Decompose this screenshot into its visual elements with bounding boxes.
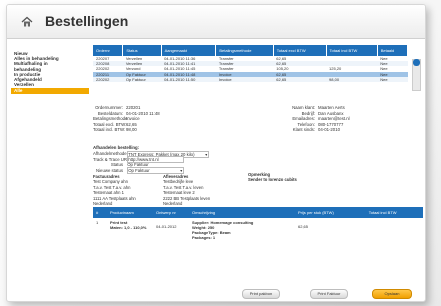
track-url-value: http://www.tnt.nl — [128, 157, 159, 163]
app-window: Bestellingen Nieuw Alles in behandeling … — [6, 4, 426, 302]
order-lines-table: # Productnaam Ontwerp nr Omschrijving Pr… — [93, 207, 423, 242]
address-line: Nederland — [93, 201, 113, 207]
table-cell: Op Faktuur — [122, 76, 162, 82]
detail-value: 98,00 — [126, 127, 137, 133]
table-cell: 220202 — [93, 76, 123, 82]
detail-label: Ordernummer: — [95, 105, 123, 110]
column-header[interactable]: Status — [122, 45, 162, 56]
remark-text: Sender to lorenzo cubits — [248, 177, 297, 183]
detail-label: Telefoon: — [297, 121, 315, 127]
detail-label: Naam klant: — [292, 105, 315, 110]
column-header: Totaal incl BTW — [365, 207, 423, 218]
table-cell: Invoice — [215, 76, 274, 82]
table-cell: 04-01-2010 11:50 — [161, 76, 216, 82]
order-details-left: Ordernummer: 220201 Besteldatum: 04-01-201… — [93, 105, 160, 133]
product-sub: Maten: 1,0 - 110,0% — [110, 225, 147, 230]
chevron-down-icon: ▾ — [205, 151, 208, 157]
chevron-down-icon: ▾ — [180, 168, 183, 174]
detail-value: 62,65 — [126, 121, 137, 127]
page-header: Bestellingen — [7, 5, 425, 39]
detail-value: Maarten Aerts — [318, 105, 345, 110]
status-label: Status — [110, 161, 123, 167]
line-desc: Packages: 1 — [192, 235, 216, 240]
save-button[interactable]: Opslaan — [372, 289, 412, 299]
order-details-right: Naam klant: Maarten Aerts Bedrijf: Dan Aus… — [285, 105, 350, 133]
detail-label: Bedrijf: — [301, 110, 315, 116]
table-cell: 62,65 — [273, 76, 327, 82]
remark-block: Opmerking Sender to lorenzo cubits — [248, 172, 297, 183]
track-url-input[interactable]: http://www.tnt.nl — [127, 156, 185, 164]
table-cell: Nee — [377, 76, 408, 82]
column-header: Prijs per stuk (BTW) — [295, 207, 366, 218]
detail-value: 04-01-2010 11:48 — [126, 110, 160, 116]
print-packing-slip-button[interactable]: Print pakbon — [242, 289, 280, 299]
detail-value: 220201 — [126, 105, 141, 110]
new-status-label: Nieuwe status — [96, 168, 123, 174]
print-invoice-button[interactable]: Print Faktuur — [310, 289, 348, 299]
detail-label: Betalingsmethode: — [93, 116, 129, 122]
sidebar: Nieuw Alles in behandeling Multiafhaling… — [11, 51, 89, 95]
sidebar-item-sent[interactable]: Verzellen — [11, 82, 89, 87]
detail-label: Besteldatum: — [97, 110, 123, 116]
delivery-address: Afleveradres Testbedrijfe leve T.a.v. Te… — [163, 174, 210, 206]
detail-value: 080-1770777 — [318, 121, 344, 127]
column-header[interactable]: Ordernr — [93, 45, 124, 56]
home-icon[interactable] — [21, 16, 33, 28]
detail-label: Klant sinds: — [292, 127, 315, 133]
detail-value: maarten@test.nl — [318, 116, 350, 122]
handling-section: Afhandelen bestelling: Afhandelmethode T… — [93, 145, 210, 175]
invoice-address: Factuuradres Test Company ahn T.a.v. Tes… — [93, 174, 136, 206]
address-line: Nederland — [163, 201, 183, 207]
sidebar-item-all[interactable]: Alle — [11, 88, 89, 95]
table-scrollbar[interactable] — [412, 59, 421, 91]
detail-value: Invoice — [126, 116, 140, 122]
table-row: 1 Print test Maten: 1,0 - 110,0% 04-01-20… — [93, 218, 423, 242]
detail-label: Totaal incl. BTW: — [93, 127, 126, 133]
column-header[interactable]: Betaald — [377, 45, 409, 56]
detail-value: 04-01-2010 — [318, 127, 340, 133]
column-header: Productnaam — [107, 207, 153, 218]
column-header: # — [93, 207, 107, 218]
table-row[interactable]: 220202 Op Faktuur 04-01-2010 11:50 Invoi… — [93, 76, 408, 82]
table-cell: 98,00 — [326, 76, 378, 82]
new-status-value: Op Faktuur — [128, 168, 150, 174]
column-header[interactable]: Totaal excl BTW — [273, 45, 327, 56]
scroll-up-icon[interactable] — [413, 59, 420, 66]
detail-label: Totaal excl. BTW: — [93, 121, 127, 127]
column-header[interactable]: Totaal incl BTW — [326, 45, 378, 56]
column-header[interactable]: Aangemaakt — [161, 45, 217, 56]
line-date: 04-01-2012 — [156, 224, 177, 229]
main-content: Ordernr Status Aangemaakt Betalingsmetho… — [93, 45, 423, 206]
page-title: Bestellingen — [45, 13, 129, 29]
column-header: Ontwerp nr — [153, 207, 189, 218]
orders-table: Ordernr Status Aangemaakt Betalingsmetho… — [93, 45, 409, 82]
column-header: Omschrijving — [189, 207, 295, 218]
detail-value: Dan Ausbanx — [318, 110, 344, 116]
line-total — [366, 218, 423, 242]
column-header[interactable]: Betalingsmethode — [215, 45, 274, 56]
line-number: 1 — [96, 220, 99, 225]
line-price: 62,65 — [298, 224, 309, 229]
detail-label: Emailadres: — [292, 116, 315, 122]
